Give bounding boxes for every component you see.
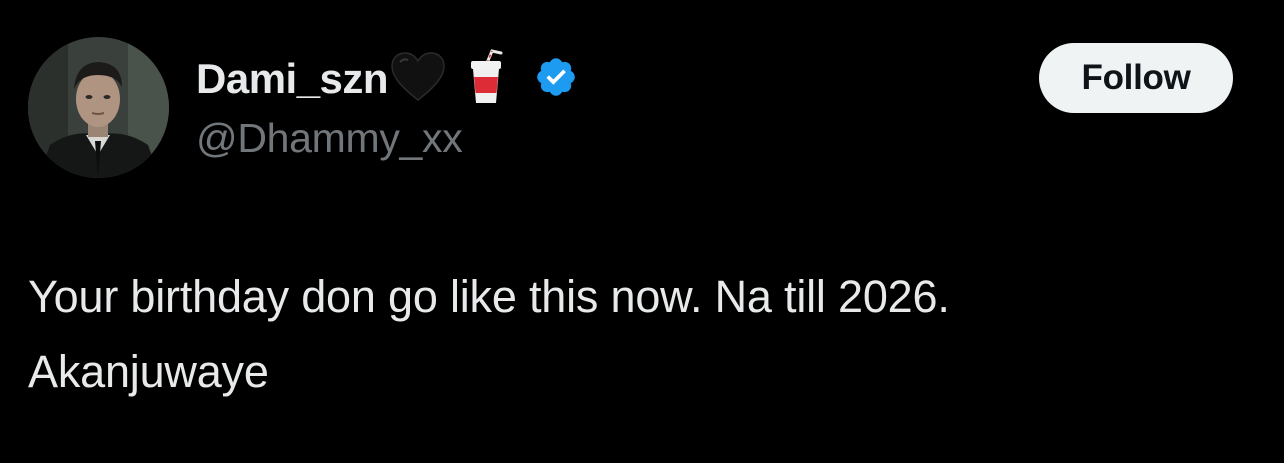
- verified-badge-icon[interactable]: [534, 55, 578, 104]
- user-info: Dami_szn @Dhammy_xx: [196, 48, 578, 162]
- avatar-image: [28, 37, 169, 178]
- avatar[interactable]: [28, 37, 169, 178]
- tweet-text: Your birthday don go like this now. Na t…: [28, 259, 1258, 409]
- user-handle[interactable]: @Dhammy_xx: [196, 114, 578, 162]
- tweet-card: Dami_szn @Dhammy_xx Follow Your birthday…: [0, 0, 1284, 463]
- tweet-text-line: Akanjuwaye: [28, 346, 269, 397]
- display-name[interactable]: Dami_szn: [196, 50, 389, 108]
- name-row: Dami_szn: [196, 48, 578, 110]
- tweet-text-line: Your birthday don go like this now. Na t…: [28, 271, 950, 322]
- black-heart-icon: [390, 51, 446, 107]
- follow-button[interactable]: Follow: [1039, 43, 1233, 113]
- cup-with-straw-icon: [468, 48, 504, 110]
